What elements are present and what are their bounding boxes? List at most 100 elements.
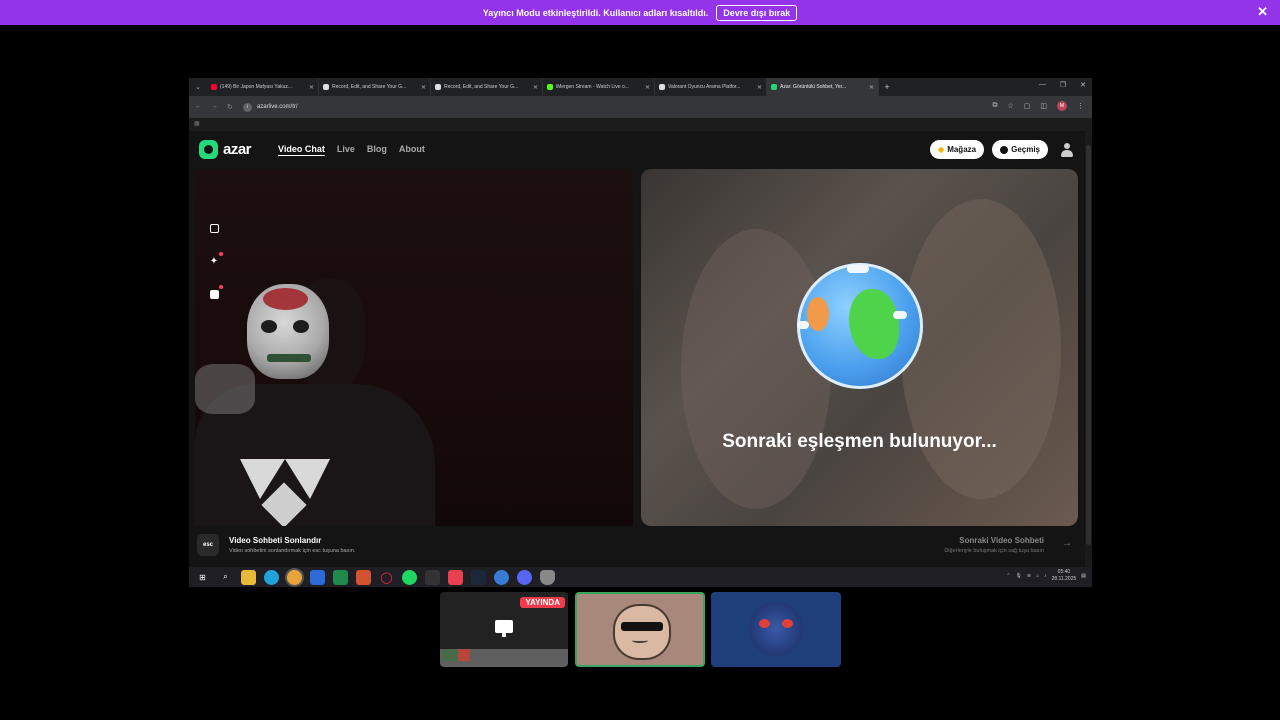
new-tab-icon[interactable]: + bbox=[879, 82, 895, 92]
nav-blog[interactable]: Blog bbox=[367, 144, 387, 154]
esc-key-button[interactable]: esc bbox=[197, 534, 219, 556]
spotify-icon[interactable] bbox=[402, 569, 417, 585]
search-icon[interactable]: ⌕ bbox=[218, 570, 233, 585]
close-icon[interactable]: ✕ bbox=[309, 84, 314, 91]
blurred-background bbox=[901, 199, 1061, 499]
azar-logo[interactable]: azar bbox=[199, 140, 252, 159]
file-explorer-icon[interactable] bbox=[241, 569, 256, 585]
bookmark-star-icon[interactable]: ☆ bbox=[1007, 102, 1013, 110]
app-icon[interactable] bbox=[494, 569, 509, 585]
bookmarks-bar: ▦ bbox=[189, 118, 1092, 131]
fullscreen-icon[interactable] bbox=[207, 221, 221, 235]
tab-title: Record, Edit, and Share Your G... bbox=[332, 84, 407, 90]
blurred-background bbox=[681, 229, 831, 509]
history-label: Geçmiş bbox=[1011, 145, 1040, 154]
mask-eye bbox=[261, 320, 277, 333]
scroll-thumb[interactable] bbox=[1086, 145, 1091, 545]
url-field[interactable]: i azarlive.com/tr/ bbox=[242, 100, 1003, 114]
stream-preview-segment bbox=[442, 649, 458, 661]
avatar-eye bbox=[759, 619, 770, 628]
live-badge: YAYINDA bbox=[520, 597, 565, 608]
minimize-icon[interactable]: — bbox=[1039, 81, 1046, 89]
disable-streamer-mode-button[interactable]: Devre dışı bırak bbox=[716, 4, 798, 21]
browser-tab[interactable]: (149) Bir Japon Mafyası Yakuz... ✕ bbox=[207, 78, 319, 96]
url-text: azarlive.com/tr/ bbox=[256, 104, 298, 110]
nav-video-chat[interactable]: Video Chat bbox=[278, 144, 325, 154]
steam-icon[interactable] bbox=[471, 569, 486, 585]
main-nav: Video Chat Live Blog About bbox=[278, 144, 425, 154]
browser-tab-strip: ⌄ (149) Bir Japon Mafyası Yakuz... ✕ Rec… bbox=[189, 78, 1092, 96]
avatar-eye bbox=[782, 619, 793, 628]
avatar-mouth bbox=[632, 638, 648, 643]
browser-tab[interactable]: Valorant Oyuncu Arama Platfor... ✕ bbox=[655, 78, 767, 96]
clock-time: 05:40 bbox=[1057, 569, 1071, 575]
close-icon[interactable]: ✕ bbox=[645, 84, 650, 91]
banner-text: Yayıncı Modu etkinleştirildi. Kullanıcı … bbox=[482, 7, 709, 18]
close-window-icon[interactable]: ✕ bbox=[1080, 81, 1086, 89]
sticker-icon[interactable] bbox=[207, 285, 223, 301]
powerpoint-icon[interactable] bbox=[356, 569, 371, 585]
next-chat-hint: Diğerleriyle buluşmak için sağ tuşa bası… bbox=[944, 548, 1044, 554]
browser-tab[interactable]: Record, Edit, and Share Your G... ✕ bbox=[431, 78, 543, 96]
close-icon[interactable]: ✕ bbox=[533, 84, 538, 91]
avatar bbox=[613, 604, 671, 660]
participant-tile-speaking[interactable] bbox=[575, 592, 705, 667]
extensions-icon[interactable]: ▢ bbox=[1024, 102, 1031, 110]
chrome-icon[interactable] bbox=[287, 569, 302, 585]
forward-icon[interactable]: → bbox=[211, 103, 218, 111]
chevron-up-icon[interactable]: ⌃ bbox=[1006, 573, 1010, 579]
volume-icon[interactable]: ♪ bbox=[1044, 573, 1047, 579]
browser-tab-active[interactable]: Azar: Görüntülü Sohbet, Yer... ✕ bbox=[767, 78, 879, 96]
shop-button[interactable]: ◆ Mağaza bbox=[930, 140, 985, 159]
taskbar-clock[interactable]: 05:40 28.11.2025 bbox=[1052, 569, 1077, 583]
edge-icon[interactable] bbox=[264, 569, 279, 585]
menu-icon[interactable]: ⋮ bbox=[1077, 102, 1084, 110]
tab-title: Record, Edit, and Share Your G... bbox=[444, 84, 519, 90]
sidebar-icon[interactable]: ◫ bbox=[1040, 102, 1047, 110]
windows-start-icon[interactable]: ⊞ bbox=[195, 570, 210, 585]
close-icon[interactable]: ✕ bbox=[757, 84, 762, 91]
riot-client-icon[interactable] bbox=[448, 569, 463, 585]
profile-avatar[interactable]: M bbox=[1057, 101, 1067, 111]
back-icon[interactable]: ← bbox=[195, 103, 202, 111]
apps-grid-icon[interactable]: ▦ bbox=[194, 121, 200, 127]
excel-icon[interactable] bbox=[333, 569, 348, 585]
history-button[interactable]: Geçmiş bbox=[992, 140, 1048, 159]
shield-icon[interactable] bbox=[540, 569, 555, 585]
site-info-icon[interactable]: i bbox=[242, 102, 252, 112]
page-scrollbar[interactable] bbox=[1085, 131, 1092, 567]
next-chat-title: Sonraki Video Sohbeti bbox=[959, 536, 1044, 545]
microphone-icon[interactable]: 🎙 bbox=[1016, 573, 1022, 579]
discord-icon[interactable] bbox=[517, 569, 532, 585]
browser-tab[interactable]: Record, Edit, and Share Your G... ✕ bbox=[319, 78, 431, 96]
maximize-icon[interactable]: ❐ bbox=[1060, 81, 1066, 89]
close-icon[interactable]: ✕ bbox=[1257, 5, 1268, 19]
opera-icon[interactable]: ◯ bbox=[379, 570, 394, 585]
user-profile-icon[interactable] bbox=[1060, 142, 1074, 157]
wifi-icon[interactable]: ≋ bbox=[1027, 573, 1031, 579]
word-icon[interactable] bbox=[310, 569, 325, 585]
skull-mask bbox=[247, 284, 329, 379]
nav-about[interactable]: About bbox=[399, 144, 425, 154]
close-icon[interactable]: ✕ bbox=[421, 84, 426, 91]
cast-icon[interactable]: ⧉ bbox=[992, 102, 997, 110]
participant-tile[interactable] bbox=[711, 592, 841, 667]
nav-live[interactable]: Live bbox=[337, 144, 355, 154]
site-icon bbox=[659, 84, 665, 90]
azar-footer: esc Video Sohbeti Sonlandır Video sohbet… bbox=[189, 530, 1092, 567]
participant-tile-stream[interactable]: YAYINDA bbox=[440, 592, 568, 667]
notification-icon[interactable]: ▤ bbox=[1081, 573, 1086, 579]
azar-icon bbox=[771, 84, 777, 90]
tab-title: (149) Bir Japon Mafyası Yakuz... bbox=[220, 84, 293, 90]
effects-sparkle-icon[interactable]: ✦ bbox=[207, 252, 223, 268]
youtube-icon bbox=[211, 84, 217, 90]
system-tray: ⌃ 🎙 ≋ ⌂ ♪ 05:40 28.11.2025 ▤ bbox=[1006, 569, 1086, 583]
browser-tab[interactable]: iMergen Stream - Watch Live o... ✕ bbox=[543, 78, 655, 96]
tab-search-icon[interactable]: ⌄ bbox=[189, 78, 207, 96]
network-icon[interactable]: ⌂ bbox=[1036, 573, 1039, 579]
next-chat-arrow-icon[interactable]: → bbox=[1062, 538, 1072, 549]
close-icon[interactable]: ✕ bbox=[869, 84, 874, 91]
epic-games-icon[interactable] bbox=[425, 569, 440, 585]
globe-icon bbox=[797, 263, 923, 389]
reload-icon[interactable]: ↻ bbox=[227, 103, 233, 111]
